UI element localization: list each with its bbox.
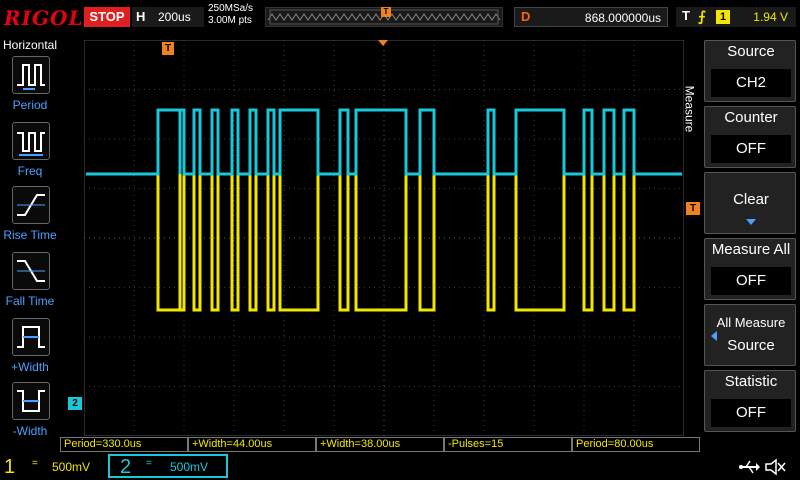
speaker-mute-icon[interactable] [764,458,786,476]
statistic-value: OFF [711,399,791,427]
source-button[interactable]: Source CH2 [704,40,796,102]
brand-logo: RIGOL [4,6,84,30]
measure-menu: Measure Source CH2 Counter OFF Clear Mea… [682,40,800,436]
button-subtitle: Source [727,337,775,354]
ch1-settings[interactable]: 1 = 500mV [0,454,104,480]
freq-icon [12,122,50,160]
measurement-item[interactable]: +Width=38.00us [316,437,444,452]
ch2-offset-marker[interactable]: 2 [68,397,82,410]
horizontal-measure-menu: Horizontal Period Freq Rise Time Fall Ti… [0,36,60,440]
menu-label: Fall Time [5,294,55,308]
menu-item-freq[interactable]: Freq [0,122,60,186]
statistic-button[interactable]: Statistic OFF [704,370,796,432]
ch2-scale: 500mV [170,460,209,474]
button-title: Clear [733,191,769,208]
trigger-key: T [682,8,690,23]
counter-button[interactable]: Counter OFF [704,106,796,168]
status-bar: RIGOL STOP H 200us 250MSa/s 3.00M pts T … [0,0,800,36]
ch2-number: 2 [120,456,132,478]
button-title: Counter [724,109,778,126]
memory-depth: 3.00M pts [208,15,252,26]
expand-down-icon [746,219,756,225]
clear-button[interactable]: Clear [704,172,796,234]
fall-time-icon [12,252,50,290]
button-title: Source [727,43,775,60]
menu-item-period[interactable]: Period [0,56,60,120]
ch2-settings[interactable]: 2 = 500mV [108,454,228,478]
trigger-point-marker: T [162,42,174,55]
all-measure-source-button[interactable]: All Measure Source [704,304,796,366]
button-title: Statistic [724,373,778,390]
ch1-number: 1 [4,456,16,478]
measurement-item[interactable]: Period=330.0us [60,437,188,452]
measurement-item[interactable]: +Width=44.00us [188,437,316,452]
source-value: CH2 [711,69,791,97]
menu-vertical-title: Measure [682,76,700,146]
run-stop-status[interactable]: STOP [84,7,130,27]
measurement-item[interactable]: -Pulses=15 [444,437,572,452]
measure-all-button[interactable]: Measure All OFF [704,238,796,300]
menu-label: -Width [12,424,48,438]
menu-item-positive-width[interactable]: +Width [0,318,60,382]
horizontal-timebase[interactable]: H 200us [132,7,204,27]
measurement-item[interactable]: Period=80.00us [572,437,700,452]
delay-key: D [521,9,531,24]
trigger-source: 1 [716,10,730,24]
menu-item-rise-time[interactable]: Rise Time [0,186,60,250]
channel-bar: 1 = 500mV 2 = 500mV [0,454,800,480]
menu-label: Rise Time [3,228,57,242]
positive-width-icon [12,318,50,356]
sample-info: 250MSa/s 3.00M pts [208,3,253,27]
dc-coupling-icon: = [146,458,152,469]
horizontal-key: H [136,9,146,24]
measure-all-value: OFF [711,267,791,295]
sample-rate: 250MSa/s [208,3,254,14]
trigger-level-marker[interactable]: T [686,202,700,215]
period-icon [12,56,50,94]
timebase-value: 200us [158,10,191,24]
menu-vertical-title-text: Measure [682,85,697,133]
trigger-level: 1.94 V [753,10,788,24]
menu-item-fall-time[interactable]: Fall Time [0,252,60,316]
usb-icon [739,460,760,474]
rising-edge-icon: ⨍ [698,8,706,24]
memory-position-bar[interactable]: T [265,7,503,27]
menu-item-negative-width[interactable]: -Width [0,382,60,446]
rise-time-icon [12,186,50,224]
menu-title: Horizontal [2,38,58,52]
dc-coupling-icon: = [32,458,38,469]
negative-width-icon [12,382,50,420]
delay-value: 868.000000us [584,11,661,25]
delay-box[interactable]: D 868.000000us [514,7,668,27]
menu-label: +Width [11,360,49,374]
ch1-scale: 500mV [52,460,91,474]
counter-value: OFF [711,135,791,163]
menu-label: Period [12,98,48,112]
trigger-position-marker: T [381,7,391,17]
button-title: Measure All [711,241,791,258]
button-title: All Measure [716,315,786,330]
measurement-results: Period=330.0us +Width=44.00us +Width=38.… [60,437,700,453]
menu-label: Freq [17,164,43,178]
trigger-box[interactable]: T ⨍ 1 1.94 V [676,7,796,27]
waveform-display[interactable] [84,40,684,436]
